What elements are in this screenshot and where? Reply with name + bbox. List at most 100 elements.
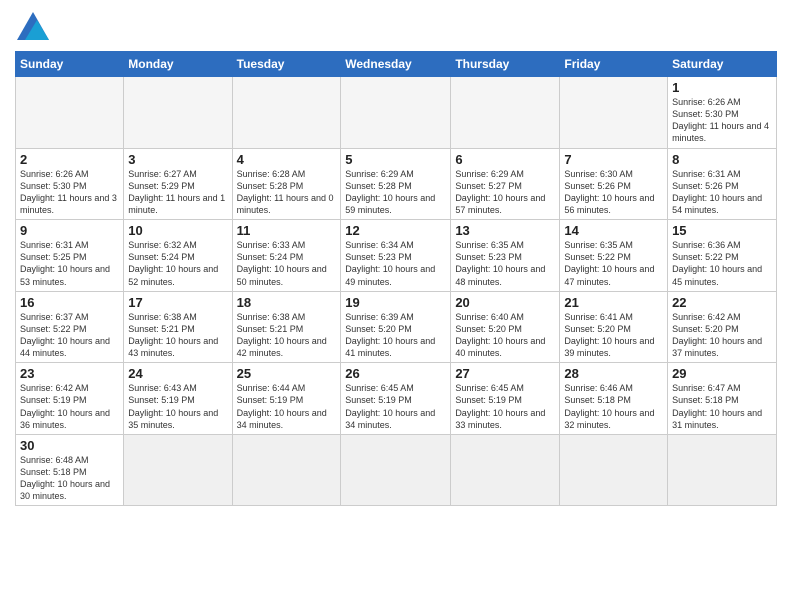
- calendar-cell: 30Sunrise: 6:48 AM Sunset: 5:18 PM Dayli…: [16, 434, 124, 506]
- day-number: 7: [564, 152, 663, 167]
- weekday-row: SundayMondayTuesdayWednesdayThursdayFrid…: [16, 52, 777, 77]
- weekday-header-friday: Friday: [560, 52, 668, 77]
- calendar-week-row: 23Sunrise: 6:42 AM Sunset: 5:19 PM Dayli…: [16, 363, 777, 435]
- day-info: Sunrise: 6:29 AM Sunset: 5:27 PM Dayligh…: [455, 168, 555, 217]
- day-info: Sunrise: 6:42 AM Sunset: 5:20 PM Dayligh…: [672, 311, 772, 360]
- calendar-cell: 2Sunrise: 6:26 AM Sunset: 5:30 PM Daylig…: [16, 148, 124, 220]
- day-info: Sunrise: 6:45 AM Sunset: 5:19 PM Dayligh…: [345, 382, 446, 431]
- calendar-cell: 1Sunrise: 6:26 AM Sunset: 5:30 PM Daylig…: [668, 77, 777, 149]
- day-info: Sunrise: 6:31 AM Sunset: 5:26 PM Dayligh…: [672, 168, 772, 217]
- day-number: 21: [564, 295, 663, 310]
- day-info: Sunrise: 6:31 AM Sunset: 5:25 PM Dayligh…: [20, 239, 119, 288]
- day-info: Sunrise: 6:46 AM Sunset: 5:18 PM Dayligh…: [564, 382, 663, 431]
- calendar-cell: 15Sunrise: 6:36 AM Sunset: 5:22 PM Dayli…: [668, 220, 777, 292]
- day-number: 24: [128, 366, 227, 381]
- calendar-cell: [451, 434, 560, 506]
- day-number: 26: [345, 366, 446, 381]
- calendar-cell: 11Sunrise: 6:33 AM Sunset: 5:24 PM Dayli…: [232, 220, 341, 292]
- day-number: 23: [20, 366, 119, 381]
- day-info: Sunrise: 6:40 AM Sunset: 5:20 PM Dayligh…: [455, 311, 555, 360]
- day-number: 2: [20, 152, 119, 167]
- calendar-cell: 14Sunrise: 6:35 AM Sunset: 5:22 PM Dayli…: [560, 220, 668, 292]
- calendar-cell: 9Sunrise: 6:31 AM Sunset: 5:25 PM Daylig…: [16, 220, 124, 292]
- calendar-cell: [232, 77, 341, 149]
- weekday-header-monday: Monday: [124, 52, 232, 77]
- calendar-cell: [124, 434, 232, 506]
- calendar-page: SundayMondayTuesdayWednesdayThursdayFrid…: [0, 0, 792, 612]
- day-number: 6: [455, 152, 555, 167]
- calendar-cell: 8Sunrise: 6:31 AM Sunset: 5:26 PM Daylig…: [668, 148, 777, 220]
- calendar-cell: 19Sunrise: 6:39 AM Sunset: 5:20 PM Dayli…: [341, 291, 451, 363]
- calendar-week-row: 9Sunrise: 6:31 AM Sunset: 5:25 PM Daylig…: [16, 220, 777, 292]
- calendar-table: SundayMondayTuesdayWednesdayThursdayFrid…: [15, 51, 777, 506]
- calendar-cell: 17Sunrise: 6:38 AM Sunset: 5:21 PM Dayli…: [124, 291, 232, 363]
- calendar-cell: 12Sunrise: 6:34 AM Sunset: 5:23 PM Dayli…: [341, 220, 451, 292]
- day-number: 10: [128, 223, 227, 238]
- header: [15, 10, 777, 45]
- calendar-cell: [341, 434, 451, 506]
- day-number: 8: [672, 152, 772, 167]
- logo-icon: [17, 12, 49, 40]
- calendar-cell: 23Sunrise: 6:42 AM Sunset: 5:19 PM Dayli…: [16, 363, 124, 435]
- weekday-header-wednesday: Wednesday: [341, 52, 451, 77]
- day-number: 28: [564, 366, 663, 381]
- calendar-cell: 20Sunrise: 6:40 AM Sunset: 5:20 PM Dayli…: [451, 291, 560, 363]
- calendar-cell: [668, 434, 777, 506]
- day-info: Sunrise: 6:30 AM Sunset: 5:26 PM Dayligh…: [564, 168, 663, 217]
- weekday-header-saturday: Saturday: [668, 52, 777, 77]
- day-number: 12: [345, 223, 446, 238]
- day-info: Sunrise: 6:38 AM Sunset: 5:21 PM Dayligh…: [128, 311, 227, 360]
- calendar-cell: 6Sunrise: 6:29 AM Sunset: 5:27 PM Daylig…: [451, 148, 560, 220]
- day-number: 4: [237, 152, 337, 167]
- day-info: Sunrise: 6:29 AM Sunset: 5:28 PM Dayligh…: [345, 168, 446, 217]
- calendar-cell: [560, 434, 668, 506]
- day-info: Sunrise: 6:27 AM Sunset: 5:29 PM Dayligh…: [128, 168, 227, 217]
- day-info: Sunrise: 6:43 AM Sunset: 5:19 PM Dayligh…: [128, 382, 227, 431]
- day-info: Sunrise: 6:36 AM Sunset: 5:22 PM Dayligh…: [672, 239, 772, 288]
- day-info: Sunrise: 6:38 AM Sunset: 5:21 PM Dayligh…: [237, 311, 337, 360]
- calendar-cell: 5Sunrise: 6:29 AM Sunset: 5:28 PM Daylig…: [341, 148, 451, 220]
- calendar-body: 1Sunrise: 6:26 AM Sunset: 5:30 PM Daylig…: [16, 77, 777, 506]
- calendar-cell: [232, 434, 341, 506]
- calendar-cell: [124, 77, 232, 149]
- calendar-cell: 13Sunrise: 6:35 AM Sunset: 5:23 PM Dayli…: [451, 220, 560, 292]
- day-number: 1: [672, 80, 772, 95]
- weekday-header-sunday: Sunday: [16, 52, 124, 77]
- day-info: Sunrise: 6:33 AM Sunset: 5:24 PM Dayligh…: [237, 239, 337, 288]
- day-info: Sunrise: 6:28 AM Sunset: 5:28 PM Dayligh…: [237, 168, 337, 217]
- day-number: 29: [672, 366, 772, 381]
- logo: [15, 14, 49, 45]
- day-info: Sunrise: 6:44 AM Sunset: 5:19 PM Dayligh…: [237, 382, 337, 431]
- calendar-cell: 4Sunrise: 6:28 AM Sunset: 5:28 PM Daylig…: [232, 148, 341, 220]
- day-info: Sunrise: 6:34 AM Sunset: 5:23 PM Dayligh…: [345, 239, 446, 288]
- calendar-cell: 29Sunrise: 6:47 AM Sunset: 5:18 PM Dayli…: [668, 363, 777, 435]
- calendar-cell: 3Sunrise: 6:27 AM Sunset: 5:29 PM Daylig…: [124, 148, 232, 220]
- day-number: 30: [20, 438, 119, 453]
- day-info: Sunrise: 6:35 AM Sunset: 5:23 PM Dayligh…: [455, 239, 555, 288]
- day-info: Sunrise: 6:26 AM Sunset: 5:30 PM Dayligh…: [672, 96, 772, 145]
- day-number: 9: [20, 223, 119, 238]
- calendar-cell: [16, 77, 124, 149]
- day-number: 16: [20, 295, 119, 310]
- day-info: Sunrise: 6:39 AM Sunset: 5:20 PM Dayligh…: [345, 311, 446, 360]
- calendar-header: SundayMondayTuesdayWednesdayThursdayFrid…: [16, 52, 777, 77]
- day-number: 20: [455, 295, 555, 310]
- weekday-header-tuesday: Tuesday: [232, 52, 341, 77]
- calendar-cell: 18Sunrise: 6:38 AM Sunset: 5:21 PM Dayli…: [232, 291, 341, 363]
- calendar-cell: [341, 77, 451, 149]
- day-info: Sunrise: 6:48 AM Sunset: 5:18 PM Dayligh…: [20, 454, 119, 503]
- calendar-cell: 28Sunrise: 6:46 AM Sunset: 5:18 PM Dayli…: [560, 363, 668, 435]
- day-number: 3: [128, 152, 227, 167]
- day-info: Sunrise: 6:47 AM Sunset: 5:18 PM Dayligh…: [672, 382, 772, 431]
- day-info: Sunrise: 6:41 AM Sunset: 5:20 PM Dayligh…: [564, 311, 663, 360]
- calendar-cell: 25Sunrise: 6:44 AM Sunset: 5:19 PM Dayli…: [232, 363, 341, 435]
- day-number: 25: [237, 366, 337, 381]
- day-number: 27: [455, 366, 555, 381]
- day-number: 15: [672, 223, 772, 238]
- weekday-header-thursday: Thursday: [451, 52, 560, 77]
- calendar-cell: 22Sunrise: 6:42 AM Sunset: 5:20 PM Dayli…: [668, 291, 777, 363]
- calendar-cell: 26Sunrise: 6:45 AM Sunset: 5:19 PM Dayli…: [341, 363, 451, 435]
- calendar-week-row: 30Sunrise: 6:48 AM Sunset: 5:18 PM Dayli…: [16, 434, 777, 506]
- day-number: 22: [672, 295, 772, 310]
- day-info: Sunrise: 6:26 AM Sunset: 5:30 PM Dayligh…: [20, 168, 119, 217]
